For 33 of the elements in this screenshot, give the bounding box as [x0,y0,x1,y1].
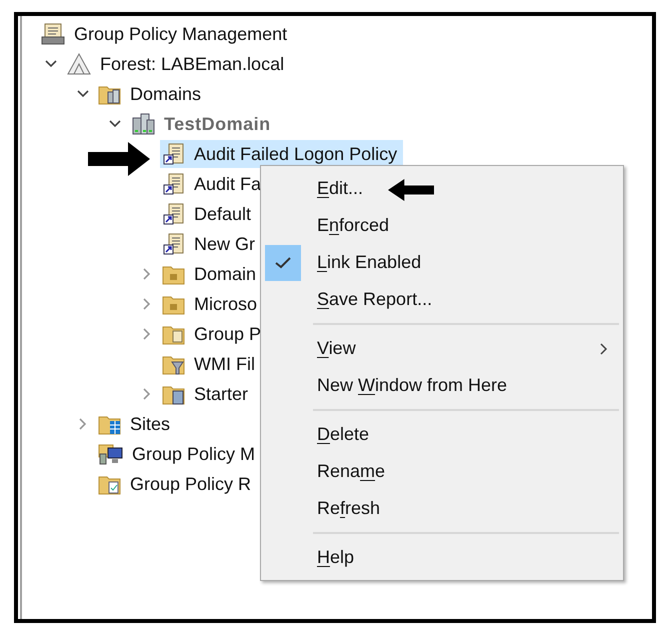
shortcut-scroll-icon [162,202,186,226]
tree-item[interactable]: Group Policy Management [38,20,294,48]
tree-item[interactable]: Audit Failed Logon Policy [160,140,404,168]
menu-item[interactable]: Help [261,539,623,576]
tree-item[interactable]: Group Policy R [96,470,258,498]
tree-item[interactable]: Starter [160,380,254,408]
tree-item[interactable]: New Gr [160,230,262,258]
server-icon [130,112,156,136]
menu-item[interactable]: Link Enabled [261,244,623,281]
shortcut-scroll-icon [162,142,186,166]
scroll-icon [40,22,66,46]
menu-item[interactable]: Enforced [261,207,623,244]
arrow-icon [388,179,434,201]
shortcut-scroll-icon [162,172,186,196]
tree-item[interactable]: Domain [160,260,262,288]
triangle-icon [66,52,92,76]
tree-item[interactable]: WMI Fil [160,350,261,378]
tree-item[interactable]: Sites [96,410,176,438]
tree-item[interactable]: Forest: LABEman.local [64,50,290,78]
menu-item[interactable]: Delete [261,416,623,453]
tree-item[interactable]: Domains [96,80,208,108]
computers-icon [98,442,124,466]
tree-item[interactable]: Microso [160,290,264,318]
arrow-icon [88,142,150,176]
tree-item[interactable]: Group Policy M [96,440,262,468]
menu-item[interactable]: New Window from Here [261,367,623,404]
tree-item[interactable]: TestDomain [128,110,277,138]
menu-item[interactable]: Rename [261,453,623,490]
chevron-right-icon [599,342,609,356]
shortcut-scroll-icon [162,232,186,256]
menu-item[interactable]: Save Report... [261,281,623,318]
tree-item[interactable]: Default [160,200,258,228]
menu-item[interactable]: Refresh [261,490,623,527]
